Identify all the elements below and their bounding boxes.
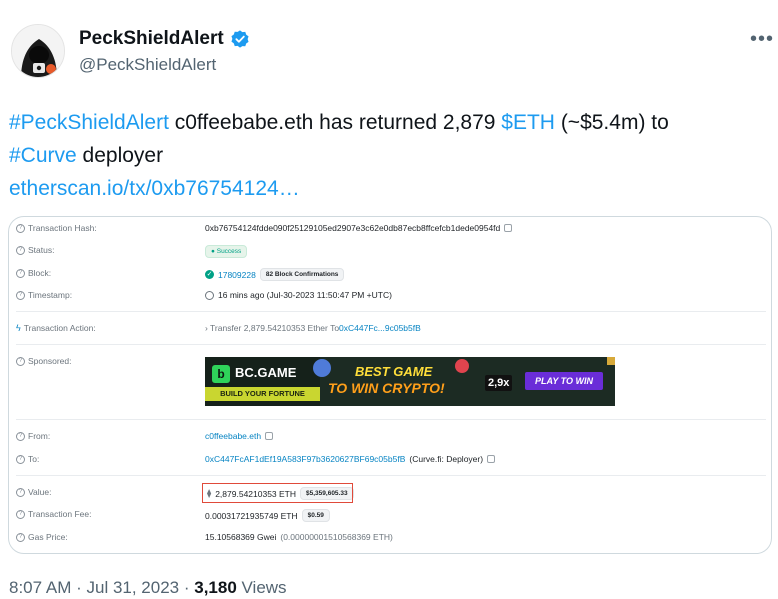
divider — [16, 419, 766, 420]
gas-price-eth: (0.00000001510568369 ETH) — [280, 532, 393, 542]
bc-game-logo-icon: b — [212, 365, 230, 383]
tweet-text-part2: (~$5.4m) to — [554, 111, 669, 134]
help-icon: ? — [16, 509, 25, 519]
timestamp-value: 16 mins ago (Jul-30-2023 11:50:47 PM +UT… — [218, 290, 392, 300]
action-prefix: › Transfer 2,879.54210353 Ether To — [205, 323, 340, 333]
hooded-hacker-avatar-icon — [12, 25, 64, 77]
to-address-link[interactable]: 0xC447FcAF1dEf19A583F97b3620627BF69c05b5… — [205, 454, 405, 464]
check-icon: ✓ — [205, 270, 214, 279]
row-block: ? Block: ✓ 17809228 82 Block Confirmations — [9, 268, 771, 286]
tweet-date[interactable]: Jul 31, 2023 — [86, 578, 179, 597]
lightning-icon: ϟ — [16, 323, 21, 333]
confirmations-badge: 82 Block Confirmations — [259, 268, 345, 281]
fee-usd-badge: $0.59 — [301, 509, 330, 522]
help-icon: ? — [16, 223, 25, 233]
label-transaction-action: Transaction Action: — [23, 323, 96, 333]
divider — [16, 344, 766, 345]
attached-image[interactable]: ? Transaction Hash: 0xb76754124fdde090f25… — [8, 216, 772, 554]
label-sponsored: Sponsored: — [28, 356, 72, 366]
row-value: ? Value: ⧫ 2,879.54210353 ETH $5,359,605.33 — [9, 487, 771, 505]
help-icon: ? — [16, 532, 25, 542]
row-transaction-action: ϟ Transaction Action: › Transfer 2,879.54… — [9, 323, 771, 341]
tweet-text: #PeckShieldAlert c0ffeebabe.eth has retu… — [9, 106, 769, 205]
display-name[interactable]: PeckShieldAlert — [79, 28, 224, 50]
row-status: ? Status: ● Success — [9, 245, 771, 263]
transaction-hash-value: 0xb76754124fdde090f25129105ed2907e3c62e0… — [205, 223, 501, 233]
label-transaction-hash: Transaction Hash: — [28, 223, 97, 233]
gas-price-value: 15.10568369 Gwei — [205, 532, 277, 542]
help-icon: ? — [16, 431, 25, 441]
verified-badge-icon — [231, 30, 249, 48]
ad-multiplier: 2,9x — [485, 375, 513, 391]
etherscan-transaction-panel: ? Transaction Hash: 0xb76754124fdde090f25… — [9, 217, 771, 553]
label-block: Block: — [28, 268, 52, 278]
avatar[interactable] — [11, 24, 65, 78]
row-to: ? To: 0xC447FcAF1dEf19A583F97b3620627BF69… — [9, 454, 771, 472]
hashtag-peckshieldalert[interactable]: #PeckShieldAlert — [9, 111, 169, 134]
name-row: PeckShieldAlert — [79, 28, 250, 50]
ad-corner-icon — [607, 357, 615, 365]
fee-value: 0.00031721935749 ETH — [205, 510, 298, 521]
row-timestamp: ? Timestamp: 16 mins ago (Jul-30-2023 11:… — [9, 290, 771, 308]
handle[interactable]: @PeckShieldAlert — [79, 55, 216, 75]
help-icon: ? — [16, 487, 25, 497]
help-icon: ? — [16, 290, 25, 300]
more-options-icon[interactable]: ••• — [750, 28, 774, 51]
label-value: Value: — [28, 487, 52, 497]
ad-brand: BC.GAME — [235, 365, 297, 380]
tweet-time[interactable]: 8:07 AM — [9, 578, 71, 597]
value-highlight-box — [202, 483, 353, 503]
clock-icon — [205, 290, 214, 300]
help-icon: ? — [16, 245, 25, 255]
tweet-text-part1: c0ffeebabe.eth has returned 2,879 — [168, 111, 502, 134]
ad-tagline: BUILD YOUR FORTUNE — [205, 387, 320, 401]
meta-separator: · — [179, 578, 195, 597]
label-timestamp: Timestamp: — [28, 290, 73, 300]
label-transaction-fee: Transaction Fee: — [28, 509, 92, 519]
tweet-meta: 8:07 AM · Jul 31, 2023 · 3,180 Views — [9, 578, 287, 598]
ad-headline-1: BEST GAME — [355, 364, 433, 379]
help-icon: ? — [16, 454, 25, 464]
tweet-text-part3: deployer — [76, 144, 164, 167]
sponsored-ad-banner[interactable]: b BC.GAME BUILD YOUR FORTUNE BEST GAME T… — [205, 357, 615, 406]
copy-icon[interactable] — [487, 455, 496, 463]
divider — [16, 475, 766, 476]
cashtag-eth[interactable]: $ETH — [501, 111, 555, 134]
row-transaction-fee: ? Transaction Fee: 0.00031721935749 ETH $0… — [9, 509, 771, 527]
tweet-header: PeckShieldAlert @PeckShieldAlert ••• — [0, 0, 778, 90]
coin-icon — [455, 359, 469, 373]
from-address-link[interactable]: c0ffeebabe.eth — [205, 431, 261, 441]
ad-cta-button[interactable]: PLAY TO WIN — [525, 372, 603, 390]
to-address-note: (Curve.fi: Deployer) — [409, 454, 484, 464]
ad-headline-2: TO WIN CRYPTO! — [328, 380, 445, 396]
divider — [16, 311, 766, 312]
views-count: 3,180 — [194, 578, 237, 597]
label-status: Status: — [28, 245, 55, 255]
label-gas-price: Gas Price: — [28, 532, 68, 542]
label-from: From: — [28, 431, 51, 441]
row-transaction-hash: ? Transaction Hash: 0xb76754124fdde090f25… — [9, 223, 771, 241]
row-from: ? From: c0ffeebabe.eth — [9, 431, 771, 449]
coin-icon — [313, 359, 331, 377]
help-icon: ? — [16, 268, 25, 278]
views-label: Views — [236, 578, 287, 597]
meta-separator: · — [71, 578, 87, 597]
copy-icon[interactable] — [504, 224, 513, 232]
etherscan-link[interactable]: etherscan.io/tx/0xb76754124… — [9, 177, 300, 200]
hashtag-curve[interactable]: #Curve — [9, 144, 77, 167]
status-badge: ● Success — [205, 245, 248, 258]
action-to-link[interactable]: 0xC447Fc...9c05b5fB — [339, 323, 421, 333]
block-number-link[interactable]: 17809228 — [218, 270, 256, 280]
row-gas-price: ? Gas Price: 15.10568369 Gwei (0.000000015… — [9, 532, 771, 550]
help-icon: ? — [16, 356, 25, 366]
copy-icon[interactable] — [265, 432, 274, 440]
label-to: To: — [28, 454, 40, 464]
